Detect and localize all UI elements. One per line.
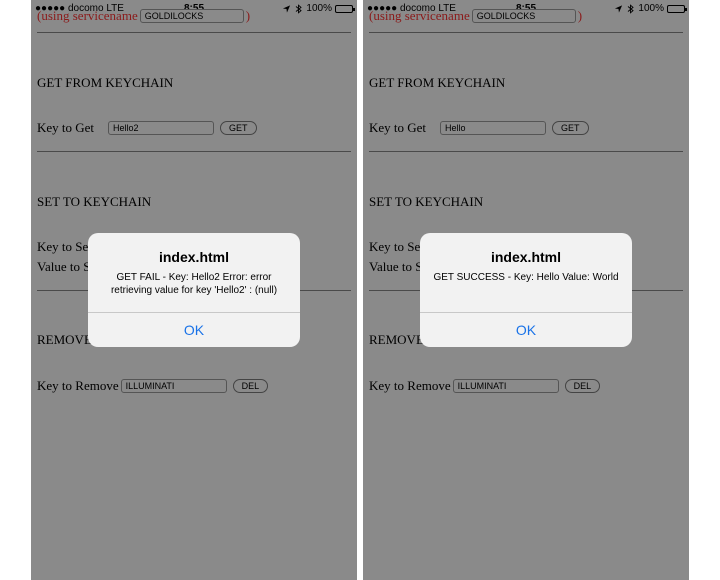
remove-key-label: Key to Remove bbox=[369, 378, 451, 393]
get-key-input[interactable]: Hello bbox=[440, 121, 547, 135]
get-key-input[interactable]: Hello2 bbox=[108, 121, 215, 135]
get-button[interactable]: GET bbox=[552, 121, 589, 135]
delete-button[interactable]: DEL bbox=[564, 379, 601, 393]
remove-key-label: Key to Remove bbox=[37, 378, 119, 393]
get-key-label: Key to Get bbox=[37, 120, 95, 135]
set-value-label: Value to S bbox=[369, 259, 423, 274]
set-value-label: Value to S bbox=[37, 259, 91, 274]
divider bbox=[369, 32, 683, 33]
alert-dialog: index.html GET SUCCESS - Key: Hello Valu… bbox=[420, 233, 632, 347]
set-value-row: Value to S bbox=[369, 259, 422, 275]
remove-key-row: Key to Remove ILLUMINATI DEL bbox=[37, 378, 269, 394]
service-name-input[interactable]: GOLDILOCKS bbox=[139, 9, 244, 23]
remove-key-input[interactable]: ILLUMINATI bbox=[120, 379, 227, 393]
battery-percent: 100% bbox=[306, 3, 332, 14]
status-right: 100% bbox=[614, 3, 687, 14]
set-key-label: Key to Se bbox=[37, 239, 89, 254]
location-arrow-icon bbox=[615, 4, 623, 13]
alert-dialog: index.html GET FAIL - Key: Hello2 Error:… bbox=[88, 233, 300, 347]
status-right: 100% bbox=[282, 3, 355, 14]
remove-key-row: Key to Remove ILLUMINATI DEL bbox=[369, 378, 601, 394]
remove-section-title: REMOVE bbox=[369, 332, 424, 347]
set-value-row: Value to S bbox=[37, 259, 90, 275]
set-key-row: Key to Se bbox=[37, 239, 88, 255]
alert-message: GET SUCCESS - Key: Hello Value: World bbox=[433, 272, 619, 283]
get-section-title: GET FROM KEYCHAIN bbox=[369, 75, 506, 90]
delete-button[interactable]: DEL bbox=[232, 379, 269, 393]
get-key-row: Key to Get Hello GET bbox=[369, 120, 589, 136]
phone-screen-left: ●●●●● docomo LTE 8:55 100% (using servic… bbox=[31, 0, 357, 580]
remove-key-input[interactable]: ILLUMINATI bbox=[452, 379, 559, 393]
service-prefix: (using servicename bbox=[37, 8, 138, 23]
service-suffix: ) bbox=[577, 8, 583, 23]
divider bbox=[37, 151, 351, 152]
phone-screen-right: ●●●●● docomo LTE 8:55 100% (using servic… bbox=[363, 0, 689, 580]
alert-ok-button[interactable]: OK bbox=[420, 313, 632, 347]
location-arrow-icon bbox=[283, 4, 291, 13]
divider bbox=[37, 32, 351, 33]
battery-icon bbox=[667, 4, 687, 13]
set-key-row: Key to Se bbox=[369, 239, 420, 255]
battery-percent: 100% bbox=[638, 3, 664, 14]
service-name-line: (using servicename GOLDILOCKS ) bbox=[37, 8, 250, 24]
alert-title: index.html bbox=[158, 249, 229, 265]
alert-message: GET FAIL - Key: Hello2 Error: error retr… bbox=[110, 272, 278, 296]
battery-icon bbox=[335, 4, 355, 13]
get-button[interactable]: GET bbox=[220, 121, 257, 135]
service-name-line: (using servicename GOLDILOCKS ) bbox=[369, 8, 582, 24]
service-name-input[interactable]: GOLDILOCKS bbox=[471, 9, 576, 23]
service-prefix: (using servicename bbox=[369, 8, 470, 23]
remove-section-title: REMOVE bbox=[37, 332, 92, 347]
bluetooth-icon bbox=[628, 3, 635, 14]
divider bbox=[369, 151, 683, 152]
get-section-title: GET FROM KEYCHAIN bbox=[37, 75, 174, 90]
get-key-row: Key to Get Hello2 GET bbox=[37, 120, 257, 136]
service-suffix: ) bbox=[245, 8, 251, 23]
alert-title: index.html bbox=[490, 249, 561, 265]
alert-ok-button[interactable]: OK bbox=[88, 313, 300, 347]
set-section-title: SET TO KEYCHAIN bbox=[37, 194, 152, 209]
set-key-label: Key to Se bbox=[369, 239, 421, 254]
get-key-label: Key to Get bbox=[369, 120, 427, 135]
bluetooth-icon bbox=[296, 3, 303, 14]
set-section-title: SET TO KEYCHAIN bbox=[369, 194, 484, 209]
